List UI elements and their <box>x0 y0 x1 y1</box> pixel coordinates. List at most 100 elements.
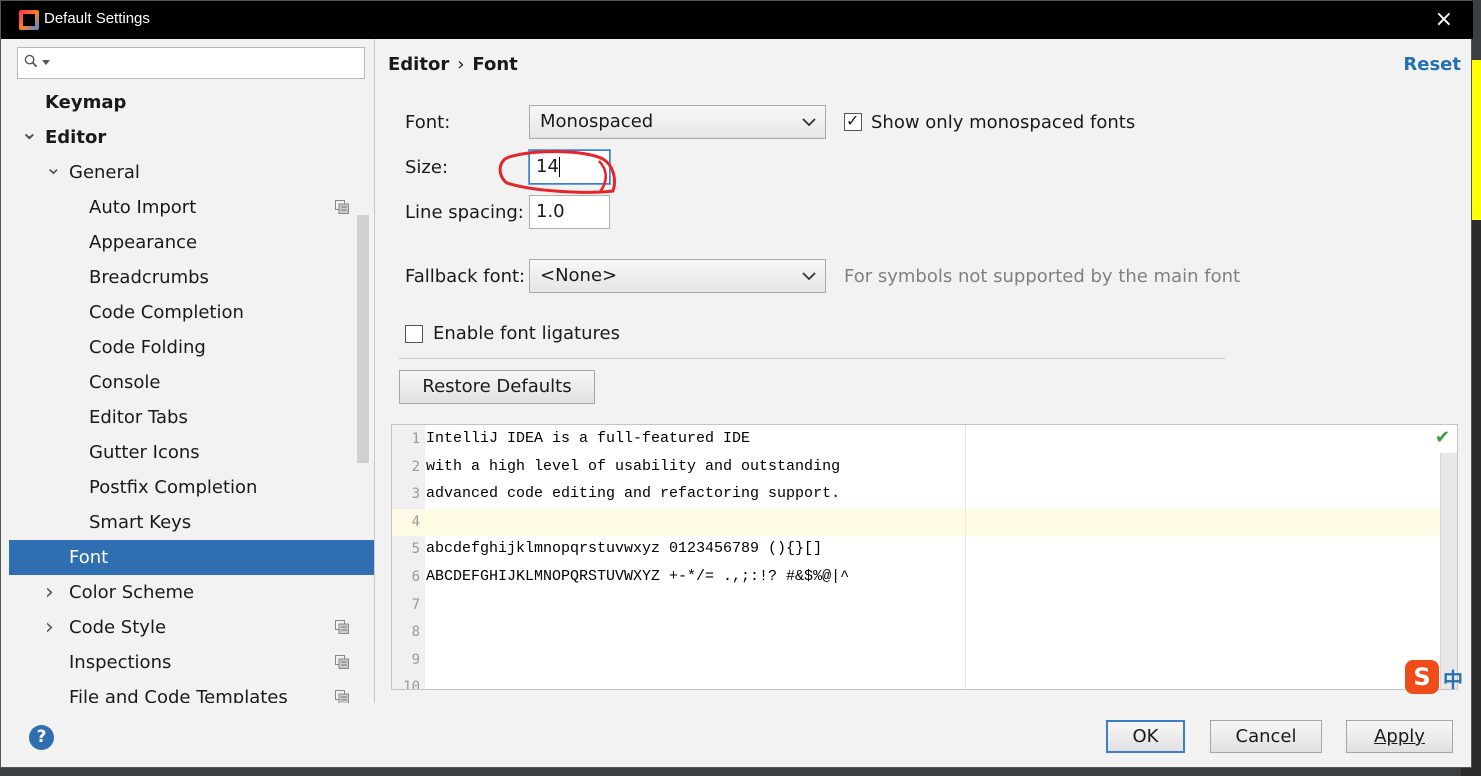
font-label: Font: <box>405 112 451 133</box>
font-select[interactable]: Monospaced <box>529 105 826 139</box>
breadcrumb-parent[interactable]: Editor <box>388 54 449 75</box>
project-scope-icon <box>335 690 349 703</box>
line-number: 7 <box>411 596 420 613</box>
sidebar-item-label: Code Folding <box>89 337 206 358</box>
line-number: 10 <box>403 679 420 690</box>
ime-toolbar[interactable]: S 中 <box>1405 660 1481 694</box>
sidebar-item[interactable]: Keymap <box>9 85 374 120</box>
settings-dialog: Default Settings × Keymap ⌄ Editor ⌄ General… <box>0 0 1473 768</box>
sidebar-item-label: Console <box>89 372 161 393</box>
project-scope-icon <box>335 655 349 669</box>
sidebar-item-label: Inspections <box>69 652 172 673</box>
sidebar-item[interactable]: Code Folding <box>9 330 374 365</box>
sidebar-item[interactable]: ⌄ General <box>9 155 374 190</box>
chevron-right-icon[interactable]: › <box>45 610 54 645</box>
preview-scrollbar[interactable] <box>1440 453 1457 689</box>
line-number: 3 <box>411 486 420 503</box>
search-icon <box>24 54 38 68</box>
fallback-font-value: <None> <box>540 265 618 286</box>
project-scope-icon <box>335 620 349 634</box>
sidebar-item-label: Code Style <box>69 617 167 638</box>
show-monospaced-label[interactable]: Show only monospaced fonts <box>871 112 1135 133</box>
chevron-down-icon <box>802 118 816 127</box>
font-ligatures-checkbox[interactable] <box>405 325 423 343</box>
chevron-down-icon[interactable]: ⌄ <box>45 150 62 185</box>
line-number: 2 <box>411 458 420 475</box>
sidebar-item[interactable]: Console <box>9 365 374 400</box>
sidebar-item-label: Gutter Icons <box>89 442 200 463</box>
sidebar-item[interactable]: Postfix Completion <box>9 470 374 505</box>
breadcrumb-separator: › <box>457 54 465 75</box>
preview-code-line: advanced code editing and refactoring su… <box>426 485 841 503</box>
preview-code-line: abcdefghijklmnopqrstuvwxyz 0123456789 ()… <box>426 540 823 558</box>
fallback-font-hint: For symbols not supported by the main fo… <box>844 266 1241 287</box>
line-spacing-label: Line spacing: <box>405 202 524 223</box>
sidebar-item[interactable]: Smart Keys <box>9 505 374 540</box>
sidebar-item-label: Editor Tabs <box>89 407 188 428</box>
sidebar-item[interactable]: Auto Import <box>9 190 374 225</box>
right-margin-guide <box>965 425 966 689</box>
inspection-ok-icon: ✔ <box>1435 427 1451 448</box>
sidebar-item[interactable]: Breadcrumbs <box>9 260 374 295</box>
project-scope-icon <box>335 200 349 214</box>
settings-sidebar: Keymap ⌄ Editor ⌄ General Auto Import Appearan… <box>9 39 375 703</box>
restore-defaults-button[interactable]: Restore Defaults <box>399 370 595 404</box>
help-icon[interactable]: ? <box>29 725 54 750</box>
sidebar-item-label: Breadcrumbs <box>89 267 209 288</box>
show-monospaced-checkbox[interactable]: ✓ <box>844 111 862 131</box>
sidebar-item[interactable]: Gutter Icons <box>9 435 374 470</box>
sidebar-item-label: General <box>69 162 140 183</box>
ime-mode-indicator[interactable]: 中 <box>1443 664 1463 693</box>
sidebar-item[interactable]: Editor Tabs <box>9 400 374 435</box>
ok-button[interactable]: OK <box>1106 720 1185 753</box>
sidebar-item[interactable]: Inspections <box>9 645 374 680</box>
sidebar-item[interactable]: Appearance <box>9 225 374 260</box>
line-number: 1 <box>411 431 420 447</box>
checkmark-icon: ✓ <box>846 111 860 130</box>
font-settings-panel: Editor › Font Reset Font: Monospaced ✓ Sho… <box>375 39 1473 703</box>
line-number: 4 <box>411 513 420 530</box>
cancel-button[interactable]: Cancel <box>1210 720 1322 753</box>
fallback-font-label: Fallback font: <box>405 266 526 287</box>
apply-button[interactable]: Apply <box>1346 720 1453 753</box>
chevron-down-icon[interactable]: ⌄ <box>21 115 38 150</box>
sidebar-item-label: Color Scheme <box>69 582 195 603</box>
search-input[interactable] <box>17 47 365 79</box>
sidebar-item[interactable]: ⌄ Editor <box>9 120 374 155</box>
intellij-app-icon <box>19 10 39 30</box>
sidebar-item-label: Smart Keys <box>89 512 192 533</box>
line-spacing-value: 1.0 <box>536 201 565 222</box>
line-number: 5 <box>411 541 420 558</box>
sidebar-item-label: Code Completion <box>89 302 244 323</box>
breadcrumb-current: Font <box>472 54 518 75</box>
sidebar-item[interactable]: › Code Style <box>9 610 374 645</box>
size-label: Size: <box>405 157 449 178</box>
font-size-field[interactable]: 14 <box>529 150 610 184</box>
sidebar-item-label: Auto Import <box>89 197 197 218</box>
sidebar-item[interactable]: Code Completion <box>9 295 374 330</box>
search-dropdown-icon[interactable] <box>42 60 50 66</box>
font-select-value: Monospaced <box>540 111 654 132</box>
font-preview-editor[interactable]: 1 IntelliJ IDEA is a full-featured IDE 2 wi… <box>391 424 1458 690</box>
window-title: Default Settings <box>44 10 150 27</box>
line-spacing-field[interactable]: 1.0 <box>529 195 610 229</box>
sidebar-item-label: Font <box>69 547 109 568</box>
chevron-right-icon[interactable]: › <box>45 575 54 610</box>
font-size-value: 14 <box>536 156 559 177</box>
sidebar-item-label: Keymap <box>45 92 127 113</box>
fallback-font-select[interactable]: <None> <box>529 259 826 293</box>
font-ligatures-label[interactable]: Enable font ligatures <box>433 323 620 344</box>
sidebar-scrollbar[interactable] <box>357 215 369 463</box>
line-number: 9 <box>411 651 420 668</box>
sidebar-item-label: Appearance <box>89 232 198 253</box>
sidebar-item-label: File and Code Templates <box>69 687 288 703</box>
preview-code-line: with a high level of usability and outst… <box>426 457 841 475</box>
preview-caret-row <box>392 509 1440 536</box>
sidebar-item[interactable]: › Color Scheme <box>9 575 374 610</box>
reset-link[interactable]: Reset <box>1403 54 1461 75</box>
line-number: 6 <box>411 569 420 585</box>
sidebar-item[interactable]: File and Code Templates <box>9 680 374 703</box>
close-icon[interactable]: × <box>1435 7 1453 32</box>
sidebar-item-label: Postfix Completion <box>89 477 258 498</box>
sidebar-item[interactable]: Font <box>9 540 374 575</box>
